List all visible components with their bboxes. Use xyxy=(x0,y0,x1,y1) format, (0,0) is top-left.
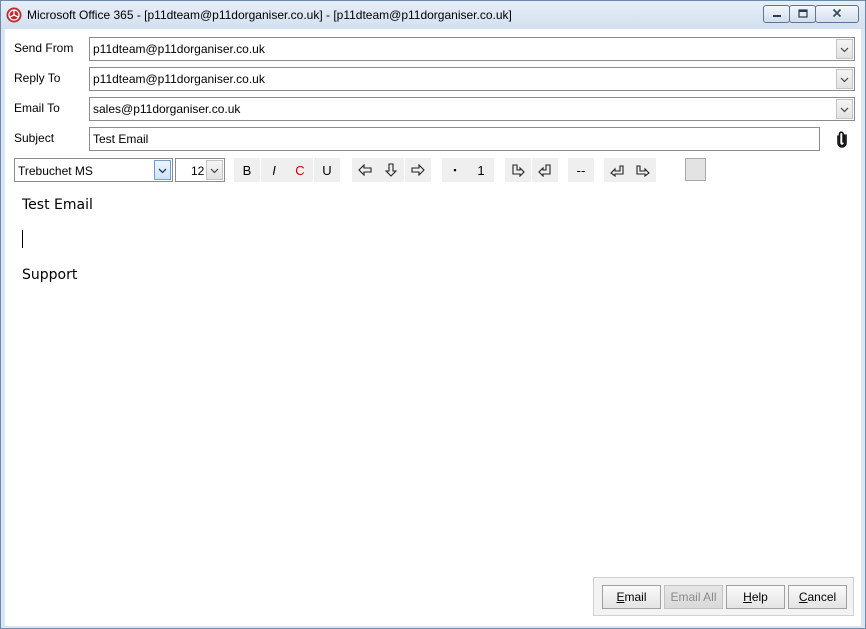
number-list-label: 1 xyxy=(477,162,485,178)
font-size-dropdown-button[interactable] xyxy=(206,160,223,180)
align-right-button[interactable] xyxy=(405,158,431,182)
chevron-down-icon xyxy=(840,72,849,86)
underline-label: U xyxy=(322,162,332,178)
chevron-down-icon xyxy=(210,163,219,177)
font-family-select[interactable]: Trebuchet MS xyxy=(14,158,173,182)
font-family-value: Trebuchet MS xyxy=(18,164,93,178)
undo-arrow-icon xyxy=(609,163,625,177)
text-caret xyxy=(22,230,23,248)
send-from-select[interactable]: p11dteam@p11dorganiser.co.uk xyxy=(89,37,855,61)
email-to-dropdown-button[interactable] xyxy=(836,99,853,119)
minimize-button[interactable] xyxy=(763,5,790,23)
arrow-down-icon xyxy=(385,163,397,177)
font-size-select[interactable]: 12 xyxy=(175,158,225,182)
maximize-button[interactable] xyxy=(789,5,816,23)
chevron-down-icon xyxy=(840,42,849,56)
send-from-label: Send From xyxy=(14,41,74,55)
numbered-list-button[interactable]: 1 xyxy=(468,158,494,182)
italic-button[interactable]: I xyxy=(261,158,287,182)
email-to-label: Email To xyxy=(14,101,60,115)
align-center-button[interactable] xyxy=(378,158,404,182)
title-bar[interactable]: Microsoft Office 365 - [p11dteam@p11dorg… xyxy=(1,1,865,29)
underline-button[interactable]: U xyxy=(314,158,340,182)
chevron-down-icon xyxy=(840,102,849,116)
font-size-value: 12 xyxy=(191,164,205,178)
email-button-label: Email xyxy=(616,590,647,604)
indent-arrow-icon xyxy=(511,163,525,177)
compose-area: Send From p11dteam@p11dorganiser.co.uk R… xyxy=(5,29,861,626)
font-family-dropdown-button[interactable] xyxy=(154,160,171,180)
undo-button[interactable] xyxy=(604,158,630,182)
email-to-value: sales@p11dorganiser.co.uk xyxy=(93,102,241,116)
bullet-icon: ▪ xyxy=(453,165,457,175)
close-icon xyxy=(832,7,842,21)
horizontal-rule-label: -- xyxy=(576,162,586,178)
email-all-button-label: Email All xyxy=(670,590,717,604)
action-button-bar: Email Email All Help Cancel xyxy=(593,577,854,616)
maximize-icon xyxy=(797,7,808,21)
text-color-label: C xyxy=(295,162,305,178)
reply-to-dropdown-button[interactable] xyxy=(836,69,853,89)
bold-label: B xyxy=(242,162,252,178)
text-color-button[interactable]: C xyxy=(287,158,313,182)
reply-to-value: p11dteam@p11dorganiser.co.uk xyxy=(93,72,265,86)
email-window: Microsoft Office 365 - [p11dteam@p11dorg… xyxy=(0,0,866,629)
email-to-select[interactable]: sales@p11dorganiser.co.uk xyxy=(89,97,855,121)
body-line-signature: Support xyxy=(22,267,78,283)
paperclip-icon xyxy=(836,130,848,151)
window-title: Microsoft Office 365 - [p11dteam@p11dorg… xyxy=(27,8,512,22)
cancel-button[interactable]: Cancel xyxy=(788,585,847,609)
reply-to-label: Reply To xyxy=(14,71,61,85)
send-from-dropdown-button[interactable] xyxy=(836,39,853,59)
outdent-button[interactable] xyxy=(532,158,558,182)
redo-arrow-icon xyxy=(635,163,651,177)
align-left-button[interactable] xyxy=(352,158,378,182)
bold-button[interactable]: B xyxy=(234,158,260,182)
message-body-editor[interactable]: Test Email Support xyxy=(9,185,857,571)
window-controls xyxy=(763,5,859,23)
format-toolbar: Trebuchet MS 12 B I C U ▪ 1 -- xyxy=(5,157,861,183)
minimize-icon xyxy=(772,7,782,21)
horizontal-rule-button[interactable]: -- xyxy=(568,158,594,182)
help-button[interactable]: Help xyxy=(726,585,785,609)
body-line-greeting: Test Email xyxy=(22,197,93,213)
indent-button[interactable] xyxy=(505,158,531,182)
chevron-down-icon xyxy=(158,163,167,177)
italic-label: I xyxy=(272,162,276,178)
subject-label: Subject xyxy=(14,131,55,145)
arrow-left-icon xyxy=(358,164,372,176)
send-from-value: p11dteam@p11dorganiser.co.uk xyxy=(93,42,265,56)
close-button[interactable] xyxy=(815,5,859,23)
subject-input[interactable]: Test Email xyxy=(89,127,820,151)
attach-button[interactable] xyxy=(832,128,852,152)
help-button-label: Help xyxy=(743,590,768,604)
subject-value: Test Email xyxy=(93,132,149,146)
email-all-button[interactable]: Email All xyxy=(664,585,723,609)
outdent-arrow-icon xyxy=(538,163,552,177)
app-logo-icon xyxy=(6,7,22,23)
email-button[interactable]: Email xyxy=(602,585,661,609)
bullet-list-button[interactable]: ▪ xyxy=(442,158,468,182)
color-swatch-button[interactable] xyxy=(685,158,706,181)
arrow-right-icon xyxy=(411,164,425,176)
redo-button[interactable] xyxy=(630,158,656,182)
reply-to-select[interactable]: p11dteam@p11dorganiser.co.uk xyxy=(89,67,855,91)
cancel-button-label: Cancel xyxy=(798,590,837,604)
